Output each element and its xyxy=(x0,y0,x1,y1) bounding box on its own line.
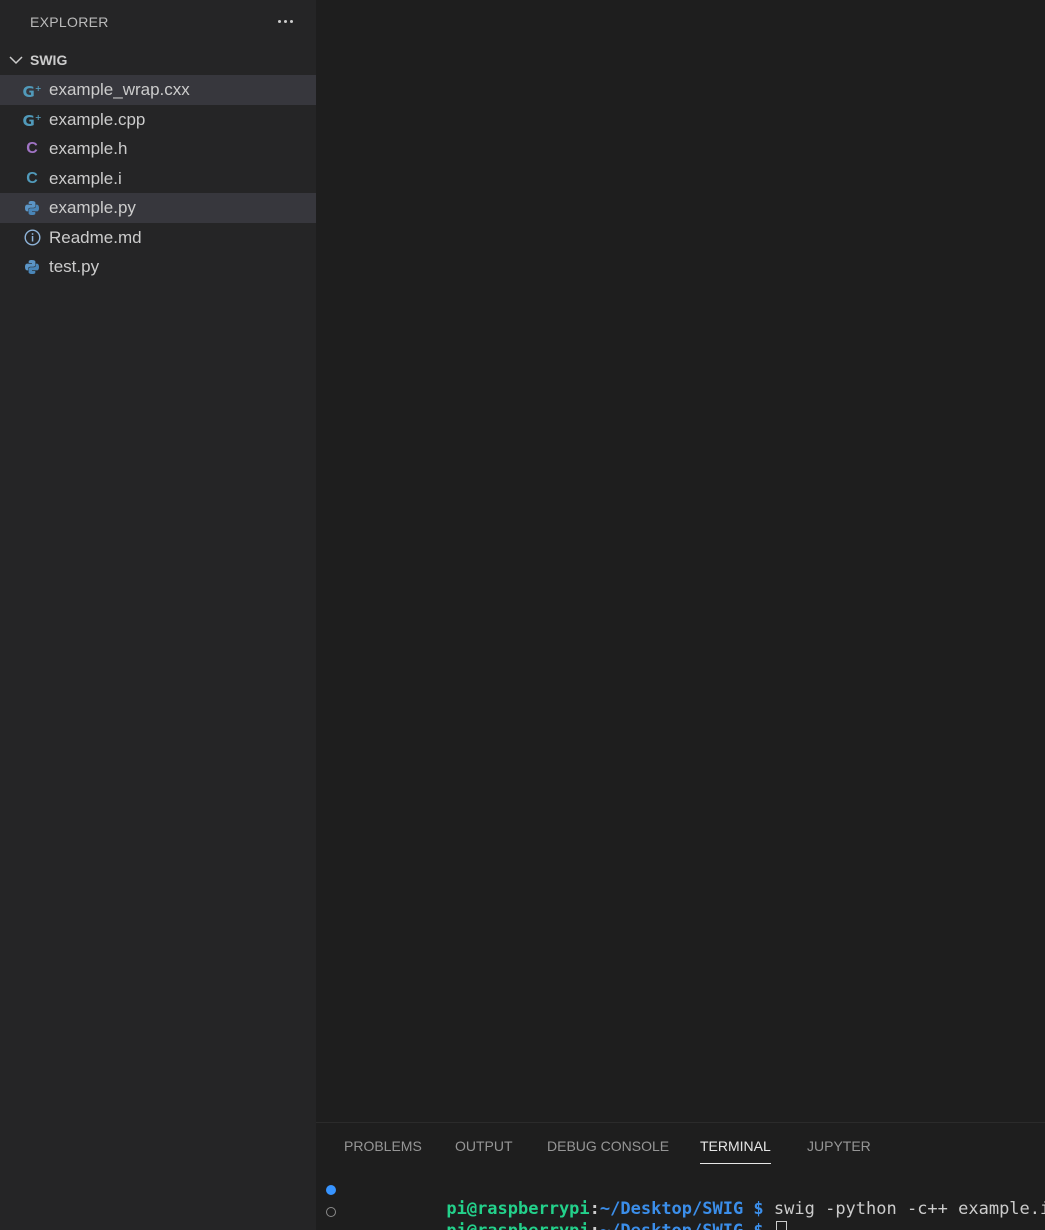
tab-debug-console[interactable]: DEBUG CONSOLE xyxy=(547,1138,669,1164)
prompt-path: ~/Desktop/SWIG $ xyxy=(600,1221,764,1230)
tab-terminal[interactable]: TERMINAL xyxy=(700,1138,771,1164)
file-item-example-h[interactable]: C example.h xyxy=(0,134,316,164)
file-name: example.cpp xyxy=(49,109,146,129)
terminal-command xyxy=(764,1221,774,1230)
explorer-title: EXPLORER xyxy=(30,14,109,30)
folder-name: SWIG xyxy=(30,52,68,68)
command-pending-icon[interactable] xyxy=(326,1207,336,1217)
terminal-line: pi@raspberrypi:~/Desktop/SWIG $ swig -py… xyxy=(316,1179,1045,1219)
file-item-readme-md[interactable]: Readme.md xyxy=(0,223,316,253)
cpp-file-icon: G+ xyxy=(22,82,42,101)
chevron-down-icon xyxy=(9,56,23,65)
file-item-example-cpp[interactable]: G+ example.cpp xyxy=(0,105,316,135)
terminal-cursor xyxy=(775,1221,787,1230)
tab-jupyter[interactable]: JUPYTER xyxy=(807,1138,871,1164)
file-item-example-i[interactable]: C example.i xyxy=(0,164,316,194)
panel-tabs: PROBLEMS OUTPUT DEBUG CONSOLE TERMINAL J… xyxy=(316,1123,1045,1167)
c-file-icon: C xyxy=(26,169,38,187)
cpp-file-icon: G+ xyxy=(22,112,42,130)
tab-output[interactable]: OUTPUT xyxy=(455,1138,513,1164)
terminal-line: pi@raspberrypi:~/Desktop/SWIG $ xyxy=(316,1201,1045,1230)
tab-problems[interactable]: PROBLEMS xyxy=(344,1138,422,1164)
file-name: example_wrap.cxx xyxy=(49,80,190,99)
explorer-header: EXPLORER xyxy=(0,0,316,44)
file-list: G+ example_wrap.cxx G+ example.cpp C exa… xyxy=(0,75,316,282)
prompt-user: pi@raspberrypi xyxy=(446,1221,589,1230)
file-item-test-py[interactable]: test.py xyxy=(0,252,316,282)
file-item-example-py[interactable]: example.py xyxy=(0,193,316,223)
prompt-colon: : xyxy=(590,1221,600,1230)
bottom-panel: PROBLEMS OUTPUT DEBUG CONSOLE TERMINAL J… xyxy=(316,1122,1045,1230)
ellipsis-icon xyxy=(277,19,293,23)
file-name: test.py xyxy=(49,257,100,276)
explorer-sidebar: EXPLORER SWIG G+ example_wrap.cxx G+ exa… xyxy=(0,0,316,1230)
file-name: example.i xyxy=(49,168,122,188)
more-actions-button[interactable] xyxy=(270,8,300,34)
python-file-icon xyxy=(23,258,41,276)
terminal[interactable]: pi@raspberrypi:~/Desktop/SWIG $ swig -py… xyxy=(316,1179,1045,1230)
file-name: Readme.md xyxy=(49,227,142,247)
python-file-icon xyxy=(23,199,41,217)
vscode-window: EXPLORER SWIG G+ example_wrap.cxx G+ exa… xyxy=(0,0,1045,1230)
info-icon xyxy=(23,229,41,247)
command-success-icon[interactable] xyxy=(326,1185,336,1195)
file-name: example.h xyxy=(49,139,128,158)
editor-area[interactable] xyxy=(316,0,1045,1122)
file-name: example.py xyxy=(49,198,136,217)
file-item-example-wrap-cxx[interactable]: G+ example_wrap.cxx xyxy=(0,75,316,105)
folder-swig[interactable]: SWIG xyxy=(0,46,316,74)
c-header-file-icon: C xyxy=(26,140,38,157)
